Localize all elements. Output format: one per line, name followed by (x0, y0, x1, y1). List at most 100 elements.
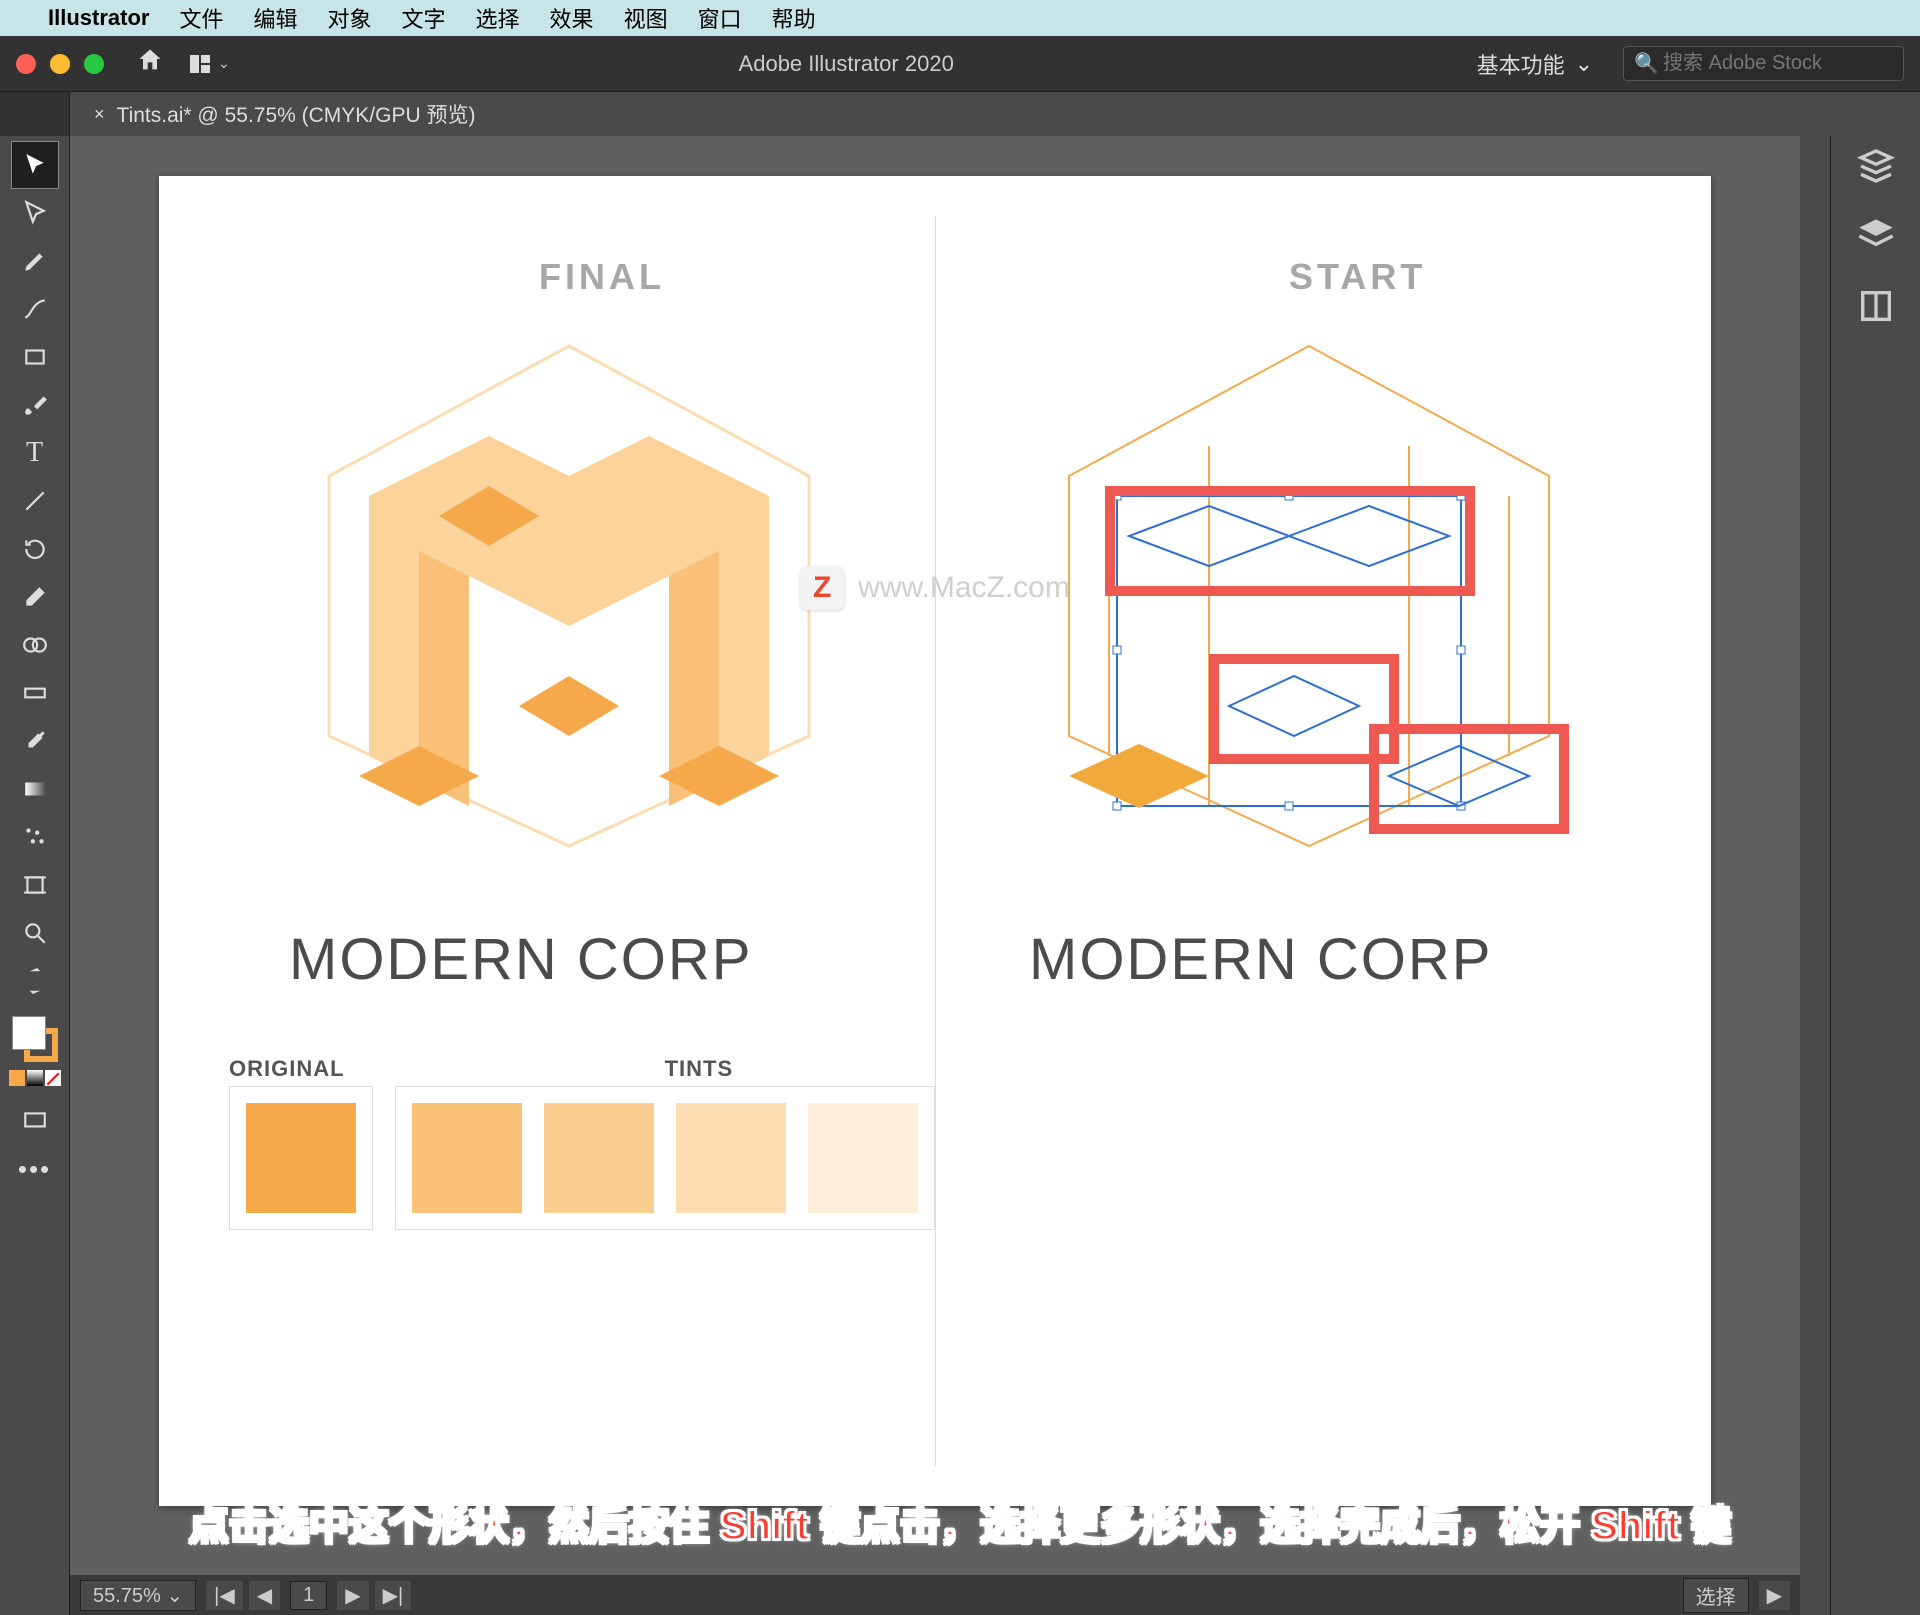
paintbrush-tool[interactable] (12, 382, 58, 428)
workspace: T ••• (0, 136, 1920, 1615)
status-scroll-right-icon[interactable]: ▶ (1759, 1581, 1790, 1610)
workspace-label: 基本功能 (1477, 48, 1565, 80)
last-artboard-icon[interactable]: ▶| (375, 1581, 412, 1610)
stock-search-input[interactable] (1663, 52, 1893, 75)
prev-artboard-icon[interactable]: ◀ (249, 1581, 280, 1610)
vertical-scrollbar[interactable] (1800, 136, 1830, 1615)
highlight-box-top (1105, 486, 1475, 596)
search-icon: 🔍 (1634, 51, 1659, 76)
gradient-tool[interactable] (12, 766, 58, 812)
instruction-overlay: 点击选中这个形状，然后按住 Shift 键点击，选择更多形状，选择完成后，松开 … (0, 1493, 1920, 1551)
canvas[interactable]: FINAL START (70, 136, 1800, 1615)
color-mode-buttons[interactable] (9, 1070, 61, 1086)
color-mode-gradient[interactable] (27, 1070, 43, 1086)
direct-selection-tool[interactable] (12, 190, 58, 236)
artboard-tool[interactable] (12, 862, 58, 908)
symbol-sprayer-tool[interactable] (12, 814, 58, 860)
document-tab-label: Tints.ai* @ 55.75% (CMYK/GPU 预览) (117, 99, 476, 129)
fill-swatch[interactable] (12, 1016, 46, 1050)
toolbox-header (0, 92, 70, 136)
type-tool[interactable]: T (12, 430, 58, 476)
highlight-box-bottom (1369, 724, 1569, 834)
next-artboard-icon[interactable]: ▶ (337, 1581, 368, 1610)
color-mode-color[interactable] (9, 1070, 25, 1086)
first-artboard-icon[interactable]: |◀ (206, 1581, 243, 1610)
document-tabbar: × Tints.ai* @ 55.75% (CMYK/GPU 预览) (0, 92, 1920, 136)
status-bar: 55.75% ⌄ |◀ ◀ 1 ▶ ▶| 选择 ▶ (70, 1575, 1800, 1615)
brand-text-final: MODERN CORP (289, 926, 752, 993)
menu-edit[interactable]: 编辑 (253, 2, 297, 34)
swatch-original-label: ORIGINAL (229, 1056, 345, 1082)
width-tool[interactable] (12, 670, 58, 716)
artboard-nav[interactable]: |◀ ◀ (206, 1581, 280, 1610)
swatch-tint-1[interactable] (412, 1103, 522, 1213)
pen-tool[interactable] (12, 238, 58, 284)
right-panel-dock (1830, 136, 1920, 1615)
edit-toolbar-button[interactable]: ••• (12, 1146, 58, 1192)
logo-final (289, 336, 849, 856)
artboard[interactable]: FINAL START (159, 176, 1711, 1506)
artboard-nav-next[interactable]: ▶ ▶| (337, 1581, 411, 1610)
menu-file[interactable]: 文件 (179, 2, 223, 34)
watermark: Z www.MacZ.com (800, 566, 1070, 610)
close-window-button[interactable] (16, 54, 36, 74)
layers-panel-icon[interactable] (1856, 216, 1896, 256)
logo-start[interactable] (1029, 336, 1589, 856)
fill-stroke-indicator[interactable] (10, 1014, 60, 1064)
chevron-down-icon: ⌄ (1575, 51, 1593, 77)
adobe-stock-search[interactable]: 🔍 (1623, 46, 1904, 81)
arrange-documents-icon[interactable]: ⌄ (188, 52, 230, 76)
tool-status[interactable]: 选择 (1683, 1578, 1749, 1613)
shape-builder-tool[interactable] (12, 622, 58, 668)
eyedropper-tool[interactable] (12, 718, 58, 764)
selection-tool[interactable] (12, 142, 58, 188)
swatch-row (229, 1086, 935, 1230)
mac-menubar: Illustrator 文件 编辑 对象 文字 选择 效果 视图 窗口 帮助 (0, 0, 1920, 36)
close-tab-icon[interactable]: × (94, 104, 105, 125)
color-mode-none[interactable] (45, 1070, 61, 1086)
rotate-tool[interactable] (12, 526, 58, 572)
properties-panel-icon[interactable] (1856, 146, 1896, 186)
menu-select[interactable]: 选择 (476, 2, 520, 34)
workspace-switcher[interactable]: 基本功能 ⌄ (1463, 42, 1607, 86)
zoom-level[interactable]: 55.75% ⌄ (80, 1580, 196, 1611)
swatch-tint-2[interactable] (544, 1103, 654, 1213)
document-tab[interactable]: × Tints.ai* @ 55.75% (CMYK/GPU 预览) (70, 92, 499, 136)
final-label: FINAL (539, 256, 665, 298)
swatch-tint-4[interactable] (808, 1103, 918, 1213)
screen-mode-button[interactable] (12, 1098, 58, 1144)
libraries-panel-icon[interactable] (1856, 286, 1896, 326)
brand-text-start: MODERN CORP (1029, 926, 1492, 993)
artboard-divider (935, 216, 936, 1466)
line-tool[interactable] (12, 478, 58, 524)
swatch-tints-label: TINTS (665, 1056, 734, 1082)
start-label: START (1289, 256, 1426, 298)
zoom-window-button[interactable] (84, 54, 104, 74)
home-icon[interactable] (136, 46, 164, 81)
swatch-labels: ORIGINAL TINTS (229, 1056, 733, 1082)
zoom-tool[interactable] (12, 910, 58, 956)
swatch-tint-3[interactable] (676, 1103, 786, 1213)
fill-stroke-swap-icon[interactable] (12, 958, 58, 1004)
illustrator-window: ⌄ Adobe Illustrator 2020 基本功能 ⌄ 🔍 × Tint… (0, 36, 1920, 1615)
toolbox: T ••• (0, 136, 70, 1615)
menu-view[interactable]: 视图 (624, 2, 668, 34)
watermark-badge: Z (800, 566, 844, 610)
minimize-window-button[interactable] (50, 54, 70, 74)
artboard-number[interactable]: 1 (290, 1581, 327, 1610)
titlebar: ⌄ Adobe Illustrator 2020 基本功能 ⌄ 🔍 (0, 36, 1920, 92)
swatch-original[interactable] (246, 1103, 356, 1213)
menu-window[interactable]: 窗口 (698, 2, 742, 34)
eraser-tool[interactable] (12, 574, 58, 620)
menu-object[interactable]: 对象 (328, 2, 372, 34)
app-menu[interactable]: Illustrator (48, 5, 149, 31)
swatch-group-tints (395, 1086, 935, 1230)
window-title: Adobe Illustrator 2020 (246, 51, 1447, 77)
rectangle-tool[interactable] (12, 334, 58, 380)
menu-type[interactable]: 文字 (402, 2, 446, 34)
window-controls (16, 54, 104, 74)
menu-help[interactable]: 帮助 (772, 2, 816, 34)
watermark-text: www.MacZ.com (858, 571, 1070, 605)
menu-effect[interactable]: 效果 (550, 2, 594, 34)
curvature-tool[interactable] (12, 286, 58, 332)
